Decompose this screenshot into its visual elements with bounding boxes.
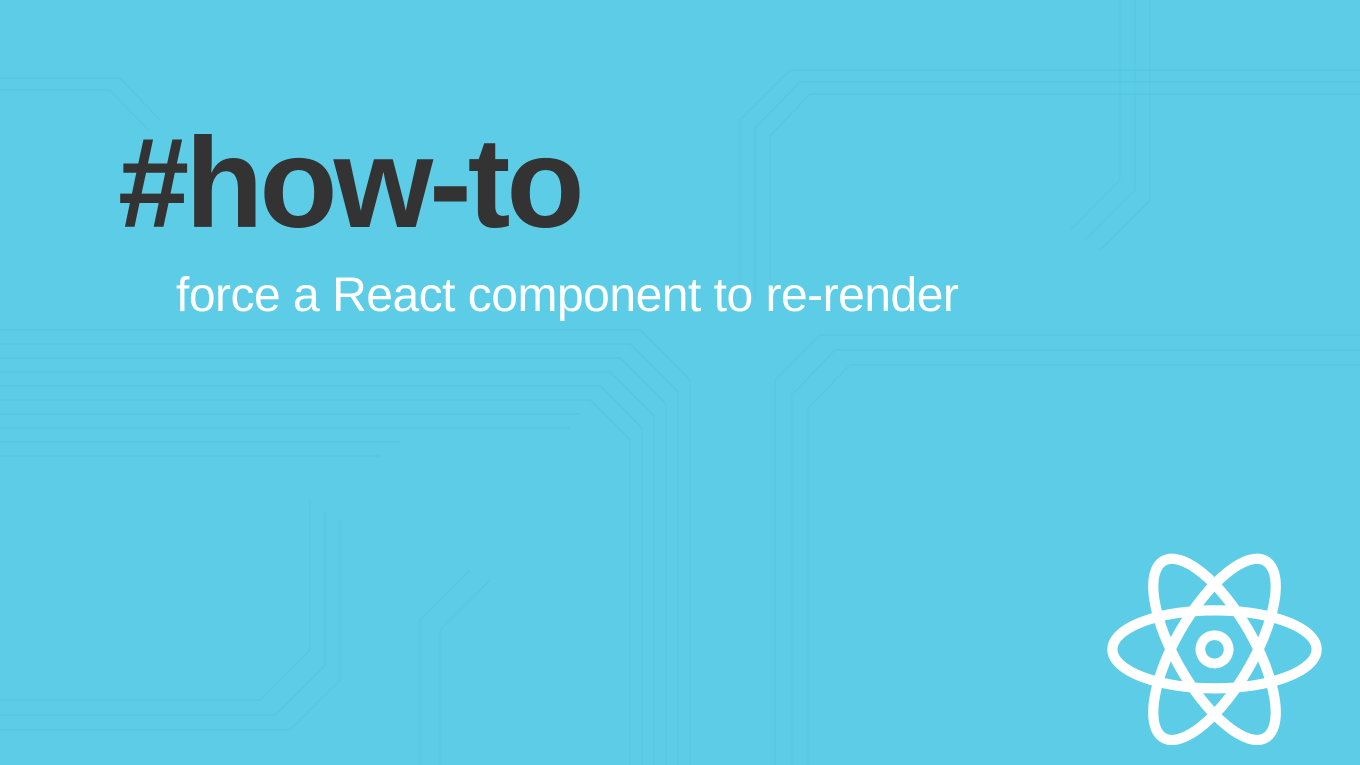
react-logo-icon [1107, 550, 1322, 745]
hashtag-heading: #how-to [118, 120, 958, 248]
subtitle-text: force a React component to re-render [176, 268, 958, 323]
hero-content: #how-to force a React component to re-re… [118, 120, 958, 323]
